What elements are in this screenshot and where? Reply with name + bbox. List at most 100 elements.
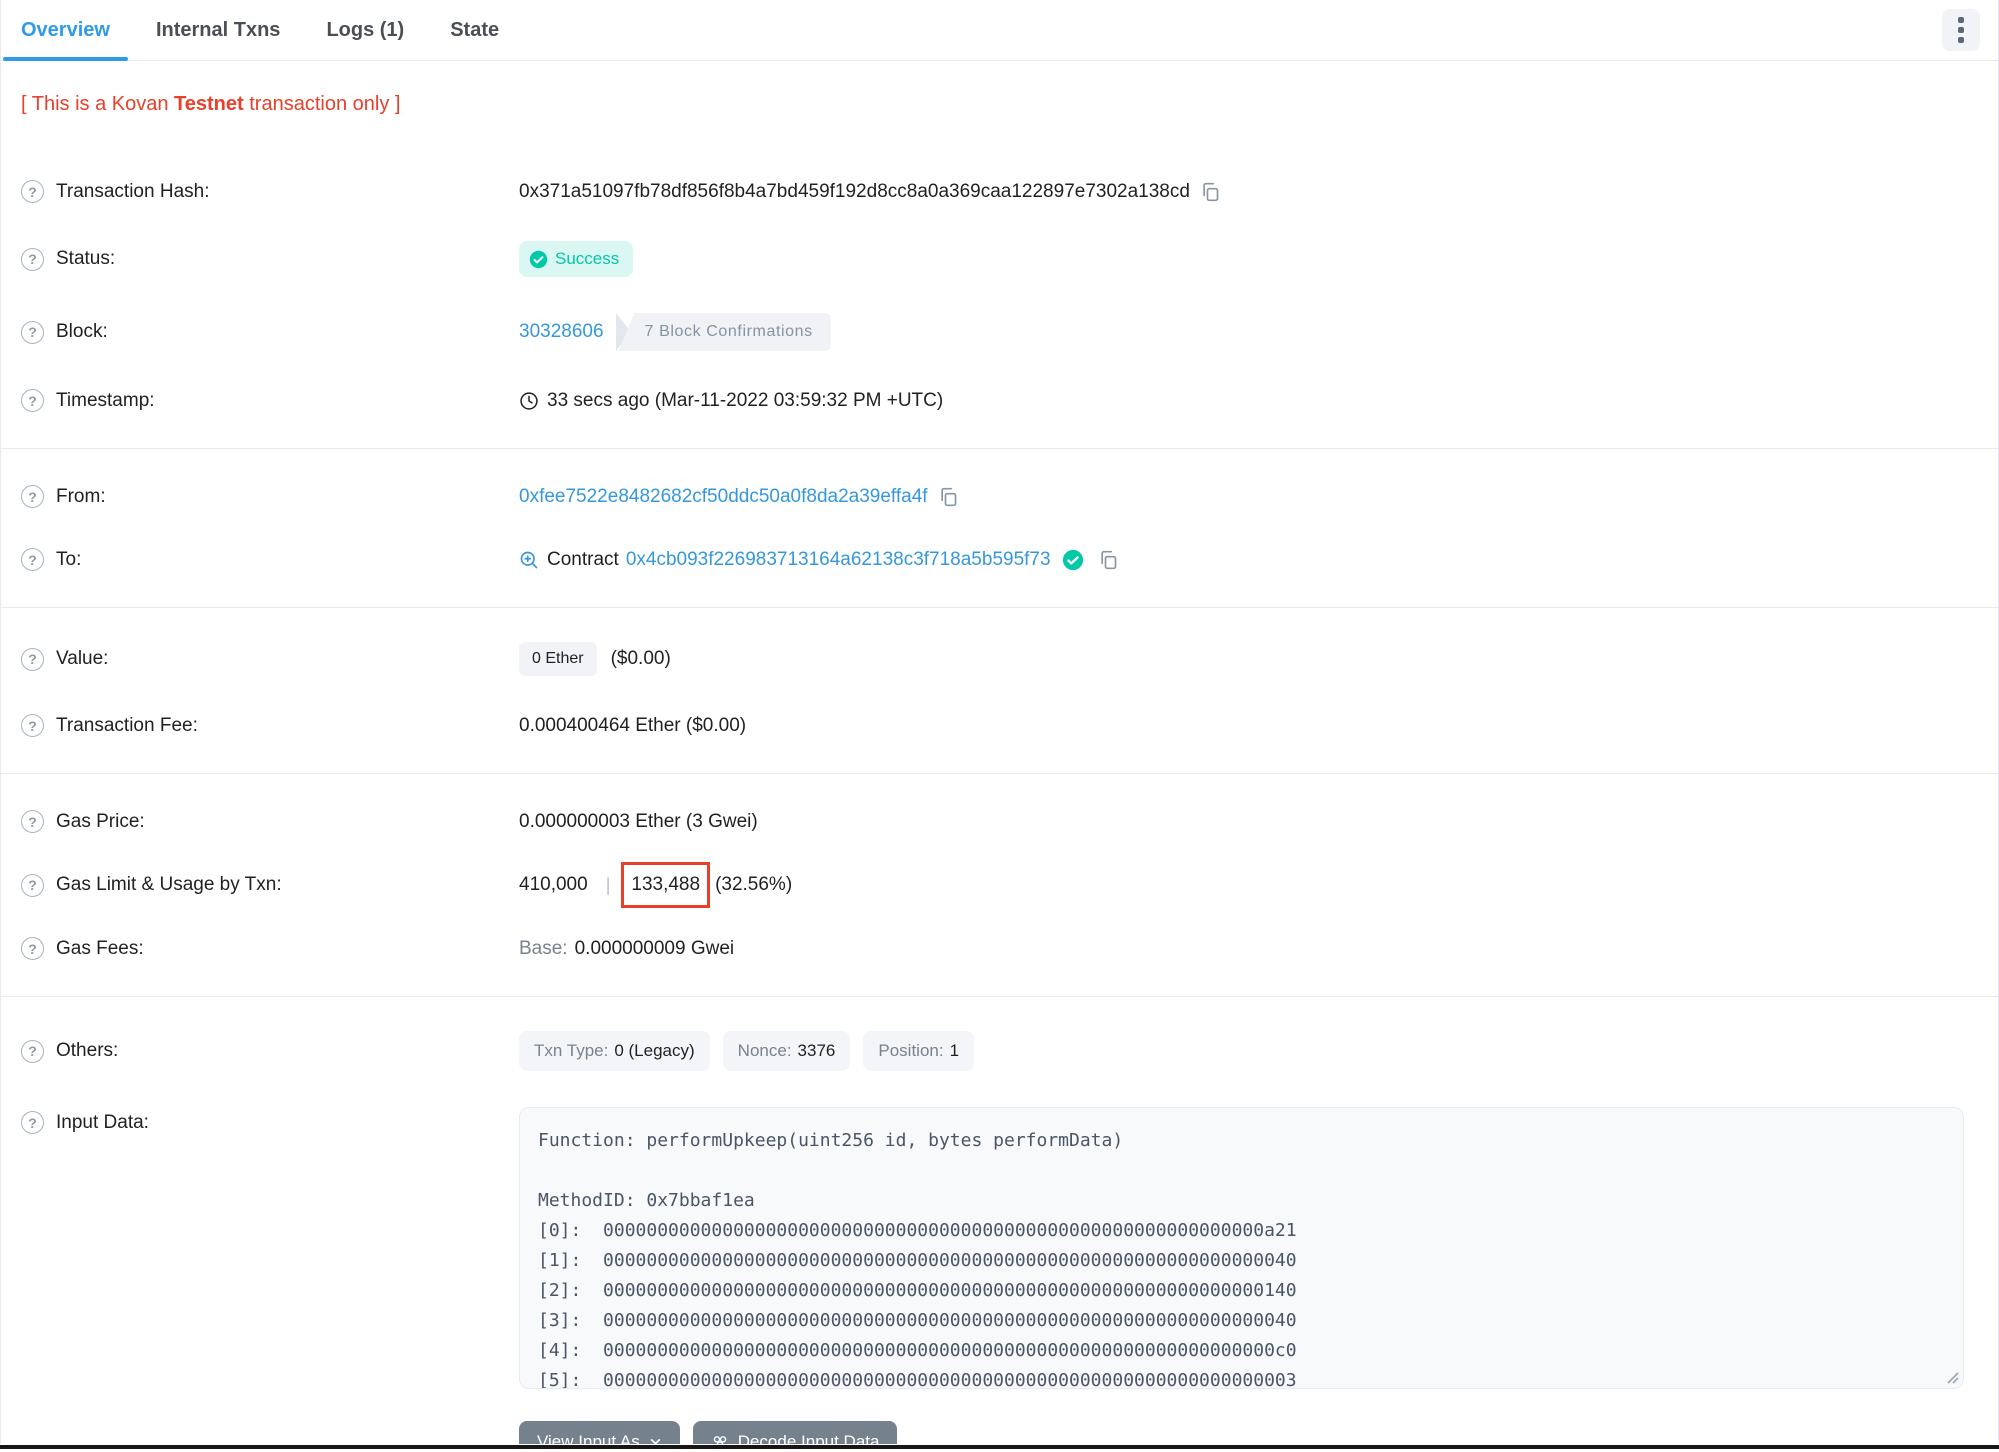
to-contract-word: Contract: [547, 548, 619, 570]
testnet-notice: [ This is a Kovan Testnet transaction on…: [1, 61, 1998, 160]
help-icon[interactable]: ?: [21, 714, 44, 737]
tab-logs[interactable]: Logs (1): [326, 0, 404, 60]
notice-prefix: [ This is a Kovan: [21, 93, 175, 115]
kebab-icon: [1958, 17, 1964, 23]
help-icon[interactable]: ?: [21, 485, 44, 508]
tab-logs-label: Logs (1): [326, 18, 405, 41]
gas-used-value: 133,488: [631, 874, 701, 895]
txn-type-value: 0 (Legacy): [614, 1041, 695, 1060]
gas-used-percent: (32.56%): [715, 874, 793, 895]
txn-type-key: Txn Type:: [534, 1041, 609, 1060]
from-address-link[interactable]: 0xfee7522e8482682cf50ddc50a0f8da2a39effa…: [519, 486, 928, 508]
to-address-link[interactable]: 0x4cb093f226983713164a62138c3f718a5b595f…: [626, 549, 1051, 571]
decode-input-data-button[interactable]: Decode Input Data: [692, 1421, 898, 1445]
decode-input-data-label: Decode Input Data: [737, 1431, 880, 1445]
view-input-as-button[interactable]: View Input As: [519, 1421, 680, 1444]
group-addresses: ? From: 0xfee7522e8482682cf50ddc50a0f8da…: [1, 465, 1998, 591]
txn-type-badge: Txn Type: 0 (Legacy): [519, 1031, 710, 1071]
nonce-key: Nonce:: [737, 1041, 792, 1060]
divider: [1, 773, 1998, 774]
gas-limit-label: Gas Limit & Usage by Txn:: [56, 874, 282, 895]
nonce-badge: Nonce: 3376: [722, 1031, 851, 1071]
row-others: ? Others: Txn Type: 0 (Legacy) Nonce: 33…: [1, 1013, 1998, 1089]
position-key: Position:: [878, 1041, 944, 1060]
row-transaction-fee: ? Transaction Fee: 0.000400464 Ether ($0…: [1, 694, 1998, 757]
chevron-down-icon: [649, 1435, 662, 1444]
to-label: To:: [56, 548, 82, 570]
help-icon[interactable]: ?: [21, 1111, 44, 1134]
input-data-line: [0]: 00000000000000000000000000000000000…: [538, 1220, 1297, 1241]
tab-bar: Overview Internal Txns Logs (1) State: [1, 0, 1998, 61]
transaction-hash-value: 0x371a51097fb78df856f8b4a7bd459f192d8cc8…: [519, 180, 1190, 202]
transaction-fee-label: Transaction Fee:: [56, 714, 198, 736]
copy-hash-button[interactable]: [1200, 182, 1220, 202]
gas-separator: |: [605, 874, 611, 895]
nonce-value: 3376: [797, 1041, 836, 1060]
input-data-line: [2]: 00000000000000000000000000000000000…: [538, 1280, 1297, 1301]
value-label: Value:: [56, 648, 109, 669]
row-value: ? Value: 0 Ether ($0.00): [1, 624, 1998, 694]
input-data-line: [5]: 00000000000000000000000000000000000…: [538, 1370, 1297, 1389]
row-from: ? From: 0xfee7522e8482682cf50ddc50a0f8da…: [1, 465, 1998, 528]
block-label: Block:: [56, 321, 108, 342]
success-check-icon: [529, 250, 548, 269]
help-icon[interactable]: ?: [21, 548, 44, 571]
decode-icon: [711, 1433, 729, 1444]
tab-internal-txns-label: Internal Txns: [155, 18, 281, 41]
group-gas: ? Gas Price: 0.000000003 Ether (3 Gwei) …: [1, 790, 1998, 980]
gas-base-value: 0.000000009 Gwei: [574, 937, 735, 959]
help-icon[interactable]: ?: [21, 937, 44, 960]
position-badge: Position: 1: [863, 1031, 975, 1071]
copy-to-button[interactable]: [1098, 550, 1118, 570]
copy-icon: [938, 487, 958, 507]
gas-price-label: Gas Price:: [56, 810, 145, 832]
divider: [1, 996, 1998, 997]
verified-check-icon: [1062, 549, 1084, 571]
row-block: ? Block: 30328606 7 Block Confirmations: [1, 295, 1998, 369]
row-timestamp: ? Timestamp: 33 secs ago (Mar-11-2022 03…: [1, 369, 1998, 432]
status-badge: Success: [519, 241, 634, 277]
tab-internal-txns[interactable]: Internal Txns: [156, 0, 280, 60]
copy-icon: [1200, 182, 1220, 202]
gas-used-highlight-box: 133,488: [621, 862, 711, 908]
row-gas-limit-usage: ? Gas Limit & Usage by Txn: 410,000 | 13…: [1, 853, 1998, 917]
gas-base-label: Base:: [519, 937, 568, 959]
block-number-link[interactable]: 30328606: [519, 321, 604, 343]
divider: [1, 607, 1998, 608]
gas-price-value: 0.000000003 Ether (3 Gwei): [519, 810, 758, 832]
position-value: 1: [949, 1041, 960, 1060]
copy-from-button[interactable]: [938, 487, 958, 507]
tab-state[interactable]: State: [450, 0, 499, 60]
bottom-edge-bar: [0, 1445, 1999, 1449]
row-input-data: ? Input Data: Function: performUpkeep(ui…: [1, 1089, 1998, 1407]
help-icon[interactable]: ?: [21, 389, 44, 412]
from-label: From:: [56, 485, 106, 507]
zoom-in-icon[interactable]: [519, 550, 539, 570]
status-label: Status:: [56, 248, 116, 269]
gas-limit-value: 410,000: [519, 874, 588, 895]
help-icon[interactable]: ?: [21, 1039, 44, 1063]
help-icon[interactable]: ?: [21, 180, 44, 203]
block-confirmations-badge: 7 Block Confirmations: [615, 313, 831, 351]
help-icon[interactable]: ?: [21, 647, 44, 671]
transaction-card: Overview Internal Txns Logs (1) State [ …: [0, 0, 1999, 1444]
input-data-box[interactable]: Function: performUpkeep(uint256 id, byte…: [519, 1107, 1964, 1389]
help-icon[interactable]: ?: [21, 320, 44, 344]
help-icon[interactable]: ?: [21, 873, 44, 897]
notice-suffix: transaction only ]: [243, 93, 401, 115]
gas-fees-label: Gas Fees:: [56, 937, 144, 959]
input-data-line: [4]: 00000000000000000000000000000000000…: [538, 1340, 1297, 1361]
help-icon[interactable]: ?: [21, 247, 44, 271]
tab-overview[interactable]: Overview: [3, 0, 128, 61]
group-value: ? Value: 0 Ether ($0.00) ? Transaction F…: [1, 624, 1998, 757]
row-gas-fees: ? Gas Fees: Base: 0.000000009 Gwei: [1, 917, 1998, 980]
timestamp-value: 33 secs ago (Mar-11-2022 03:59:32 PM +UT…: [547, 389, 944, 411]
divider: [1, 448, 1998, 449]
more-options-button[interactable]: [1942, 9, 1980, 51]
resize-grip-icon[interactable]: [1945, 1370, 1959, 1384]
transaction-fee-value: 0.000400464 Ether ($0.00): [519, 714, 747, 736]
row-to: ? To: Contract 0x4cb093f226983713164a621…: [1, 528, 1998, 591]
tab-overview-label: Overview: [21, 18, 110, 41]
help-icon[interactable]: ?: [21, 810, 44, 833]
tab-state-label: State: [450, 18, 500, 41]
